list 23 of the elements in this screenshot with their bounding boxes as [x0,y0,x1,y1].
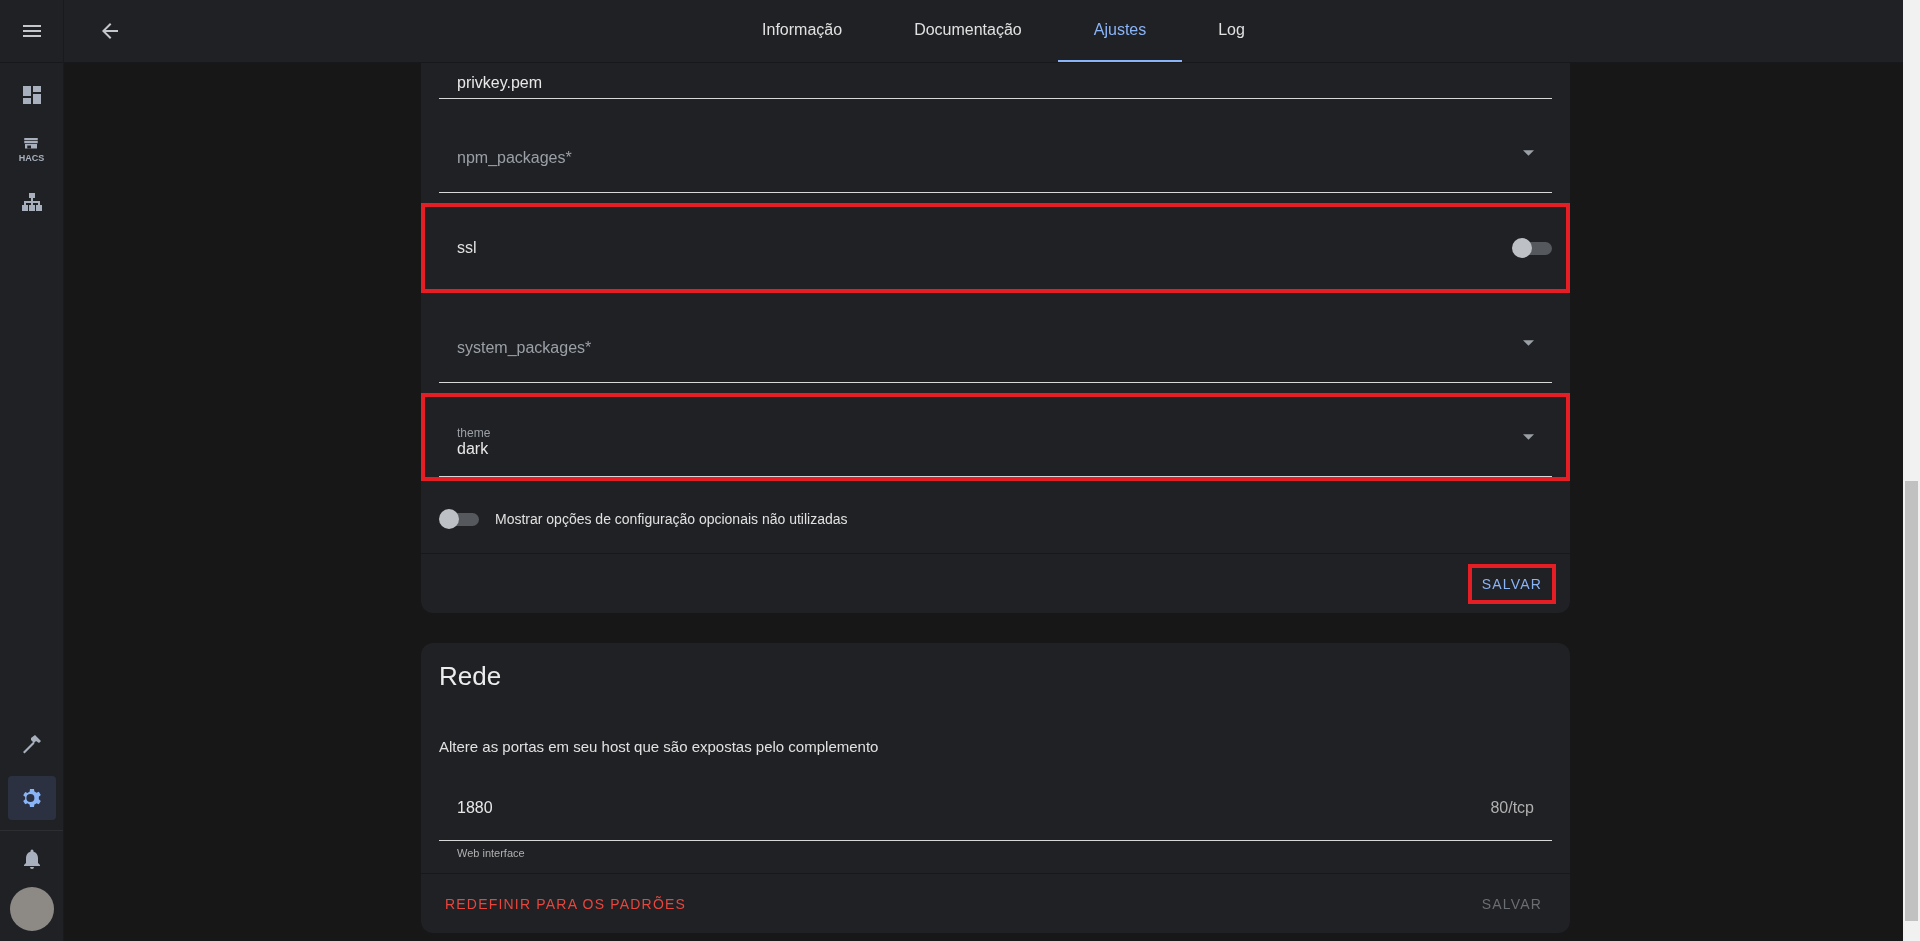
scrollbar[interactable] [1903,0,1920,941]
toggle-label: ssl [457,239,477,257]
card-description: Altere as portas em seu host que são expostas pelo complemento [438,737,880,755]
dropdown-caret-icon [1523,339,1534,346]
card-title: Rede [438,661,503,692]
helper-text: Web interface [456,846,526,859]
tab[interactable]: Informação [726,0,879,62]
dropdown-caret-icon [1523,149,1534,156]
avatar[interactable] [9,887,54,931]
hacs-label: HACS [18,153,45,163]
select-field[interactable]: system_packages* [439,303,1552,383]
tab[interactable]: Documentação [878,0,1058,62]
toggle-label: Mostrar opções de configuração opcionais não utilizadas [495,511,848,527]
tab[interactable]: Log [1182,0,1281,62]
port-field[interactable]: 1880 80/tcp [439,775,1552,841]
reset-button[interactable]: REDEFINIR PARA OS PADRÕES [435,887,697,920]
text-field[interactable]: privkey.pem [439,67,1552,99]
sidebar-item[interactable] [7,776,56,820]
select-field[interactable]: npm_packages* [439,113,1552,193]
dropdown-caret-icon [1523,433,1534,440]
sidebar-item[interactable]: HACS [7,127,56,171]
toggle-switch[interactable] [1512,238,1552,258]
toggle-switch[interactable] [439,509,479,529]
